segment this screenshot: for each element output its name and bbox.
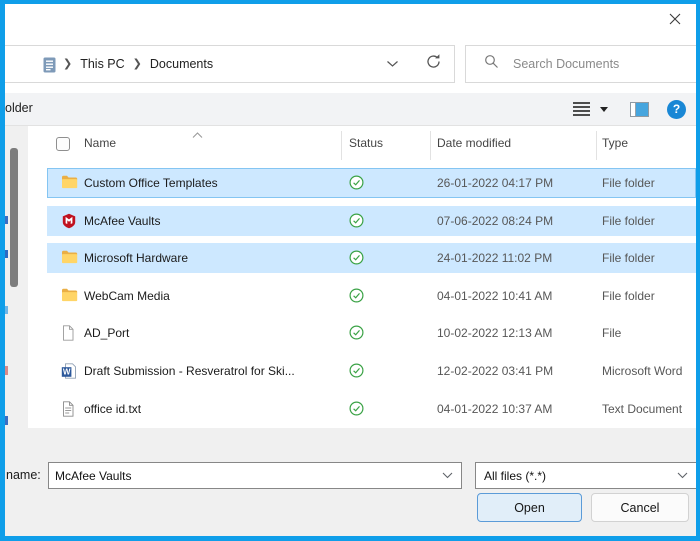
column-divider[interactable] (596, 131, 597, 160)
folder-icon (61, 250, 78, 267)
file-type-cell: File folder (602, 243, 655, 273)
file-name-label: name: (6, 468, 41, 482)
file-row[interactable]: WebCam Media 04-01-2022 10:41 AM File fold… (47, 281, 696, 311)
file-type-cell: File folder (602, 206, 655, 236)
file-name-cell: Draft Submission - Resveratrol for Ski..… (84, 356, 295, 386)
navigation-pane-strip (5, 126, 28, 430)
file-type-cell: File (602, 318, 621, 348)
date-modified-cell: 07-06-2022 08:24 PM (437, 206, 553, 236)
vertical-scrollbar[interactable] (10, 148, 18, 287)
blank-file-icon (61, 325, 75, 344)
file-name-cell: Microsoft Hardware (84, 243, 188, 273)
date-modified-cell: 12-02-2022 03:41 PM (437, 356, 553, 386)
help-icon[interactable]: ? (667, 100, 686, 119)
file-name-cell: AD_Port (84, 318, 129, 348)
file-type-cell: Text Document (602, 394, 682, 424)
column-header-type[interactable]: Type (602, 136, 628, 150)
file-name-cell: McAfee Vaults (84, 206, 160, 236)
breadcrumb-documents[interactable]: Documents (150, 57, 213, 71)
date-modified-cell: 10-02-2022 12:13 AM (437, 318, 552, 348)
date-modified-cell: 04-01-2022 10:41 AM (437, 281, 552, 311)
footer-bar: name: All files (*.*) Open Cancel (5, 428, 696, 536)
window-border (0, 0, 700, 4)
sync-status-icon (349, 175, 364, 193)
file-type-value: All files (*.*) (476, 469, 677, 483)
date-modified-cell: 04-01-2022 10:37 AM (437, 394, 552, 424)
nav-tree-icon (5, 416, 8, 425)
file-row[interactable]: AD_Port 10-02-2022 12:13 AM File (47, 318, 696, 348)
file-type-cell: File folder (602, 168, 655, 198)
file-name-cell: office id.txt (84, 394, 141, 424)
breadcrumb-chevron-icon: ❯ (133, 57, 142, 70)
file-name-cell: Custom Office Templates (84, 168, 218, 198)
file-row[interactable]: W Draft Submission - Resveratrol for Ski.… (47, 356, 696, 386)
chevron-down-icon[interactable] (677, 472, 696, 479)
column-header-date-modified[interactable]: Date modified (437, 136, 511, 150)
file-row[interactable]: Custom Office Templates 26-01-2022 04:17 … (47, 168, 696, 198)
search-box[interactable]: Search Documents (465, 45, 696, 83)
date-modified-cell: 26-01-2022 04:17 PM (437, 168, 553, 198)
sync-status-icon (349, 325, 364, 343)
folder-icon (61, 175, 78, 192)
file-name-combobox[interactable] (48, 462, 462, 489)
column-header-name[interactable]: Name (84, 136, 116, 150)
sync-status-icon (349, 288, 364, 306)
file-row[interactable]: McAfee Vaults 07-06-2022 08:24 PM File fol… (47, 206, 696, 236)
chevron-down-icon[interactable] (442, 472, 461, 479)
sync-status-icon (349, 213, 364, 231)
new-folder-button[interactable]: older (5, 101, 33, 115)
close-icon (667, 11, 683, 27)
search-placeholder: Search Documents (513, 57, 619, 71)
toolbar: older ? (5, 93, 696, 126)
file-type-cell: File folder (602, 281, 655, 311)
nav-tree-icon (5, 366, 8, 375)
file-type-cell: Microsoft Word (602, 356, 682, 386)
column-header-status[interactable]: Status (349, 136, 383, 150)
nav-tree-icon (5, 306, 8, 314)
address-dropdown-chevron-icon[interactable] (386, 55, 399, 73)
open-file-dialog: ❯ This PC ❯ Documents Search Documents o… (0, 0, 700, 541)
breadcrumb-this-pc[interactable]: This PC (80, 57, 124, 71)
view-dropdown-caret-icon[interactable] (600, 107, 608, 112)
file-name-cell: WebCam Media (84, 281, 170, 311)
search-icon (484, 54, 499, 74)
word-doc-icon: W (61, 363, 77, 382)
text-file-icon (61, 401, 75, 420)
column-divider[interactable] (341, 131, 342, 160)
file-type-combobox[interactable]: All files (*.*) (475, 462, 696, 489)
preview-pane-icon[interactable] (630, 102, 649, 117)
sync-status-icon (349, 363, 364, 381)
select-all-checkbox[interactable] (56, 137, 70, 151)
details-view-icon[interactable] (573, 102, 590, 116)
open-button[interactable]: Open (477, 493, 582, 522)
documents-folder-icon (42, 57, 57, 78)
file-row[interactable]: Microsoft Hardware 24-01-2022 11:02 PM Fil… (47, 243, 696, 273)
close-button[interactable] (662, 7, 688, 31)
sync-status-icon (349, 250, 364, 268)
refresh-icon[interactable] (425, 53, 442, 75)
folder-icon (61, 288, 78, 305)
mcafee-shield-icon (61, 213, 77, 232)
file-name-input[interactable] (49, 469, 442, 483)
nav-tree-icon (5, 250, 8, 258)
sync-status-icon (349, 401, 364, 419)
cancel-button[interactable]: Cancel (591, 493, 689, 522)
svg-text:W: W (63, 368, 71, 377)
window-border (696, 0, 700, 541)
window-border (0, 536, 700, 541)
nav-tree-icon (5, 216, 8, 224)
file-row[interactable]: office id.txt 04-01-2022 10:37 AM Text Doc… (47, 394, 696, 424)
breadcrumb-chevron-icon: ❯ (63, 57, 72, 70)
window-border (0, 0, 5, 541)
column-divider[interactable] (430, 131, 431, 160)
address-bar[interactable]: ❯ This PC ❯ Documents (5, 45, 455, 83)
sort-ascending-icon[interactable] (192, 126, 203, 144)
date-modified-cell: 24-01-2022 11:02 PM (437, 243, 552, 273)
